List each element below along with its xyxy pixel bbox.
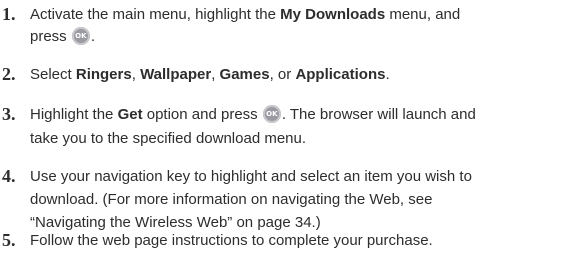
text-run: option and press [142, 106, 262, 123]
text-run: Highlight the [30, 106, 118, 123]
text-run: . [90, 28, 96, 45]
step-text-line: download. (For more information on navig… [30, 189, 432, 211]
bold-term: Games [219, 66, 270, 83]
step-text-line: Activate the main menu, highlight the My… [30, 4, 460, 26]
text-run: Use your navigation key to highlight and… [30, 168, 472, 185]
text-run: Activate the main menu, highlight the [30, 6, 281, 23]
bold-term: Ringers [75, 66, 132, 83]
step-text-line: Follow the web page instructions to comp… [30, 230, 433, 252]
text-run: Select [30, 66, 76, 83]
ok-button-icon: OK [262, 105, 281, 123]
bold-term: Get [117, 106, 143, 123]
text-run: download. (For more information on navig… [30, 191, 433, 208]
step-number: 2. [2, 64, 16, 84]
ok-icon-label: OK [266, 110, 278, 118]
ok-button-icon: OK [71, 27, 90, 45]
step-text-line: Use your navigation key to highlight and… [30, 166, 472, 188]
step-text-line: press OK. [30, 26, 95, 48]
bold-term: Wallpaper [140, 66, 212, 83]
text-run: menu, and [385, 6, 461, 23]
text-run: press [30, 28, 71, 45]
text-run: Follow the web page instructions to comp… [30, 232, 433, 249]
step-text-line: Highlight the Get option and press OK. T… [30, 104, 476, 126]
step-text-line: Select Ringers, Wallpaper, Games, or App… [30, 64, 390, 86]
text-run: take you to the specified download menu. [30, 130, 307, 147]
text-run: , [211, 66, 220, 83]
ok-icon-label: OK [75, 32, 87, 40]
text-run: , or [269, 66, 296, 83]
bold-term: My Downloads [280, 6, 386, 23]
text-run: . [385, 66, 390, 83]
step-number: 1. [2, 4, 16, 24]
bold-term: Applications [295, 66, 386, 83]
step-number: 3. [2, 104, 16, 124]
text-run: “Navigating the Wireless Web” on page 34… [30, 214, 321, 231]
step-number: 5. [2, 230, 16, 250]
step-number: 4. [2, 166, 16, 186]
text-run: . The browser will launch and [281, 106, 476, 123]
text-run: , [131, 66, 141, 83]
step-text-line: take you to the specified download menu. [30, 128, 306, 150]
